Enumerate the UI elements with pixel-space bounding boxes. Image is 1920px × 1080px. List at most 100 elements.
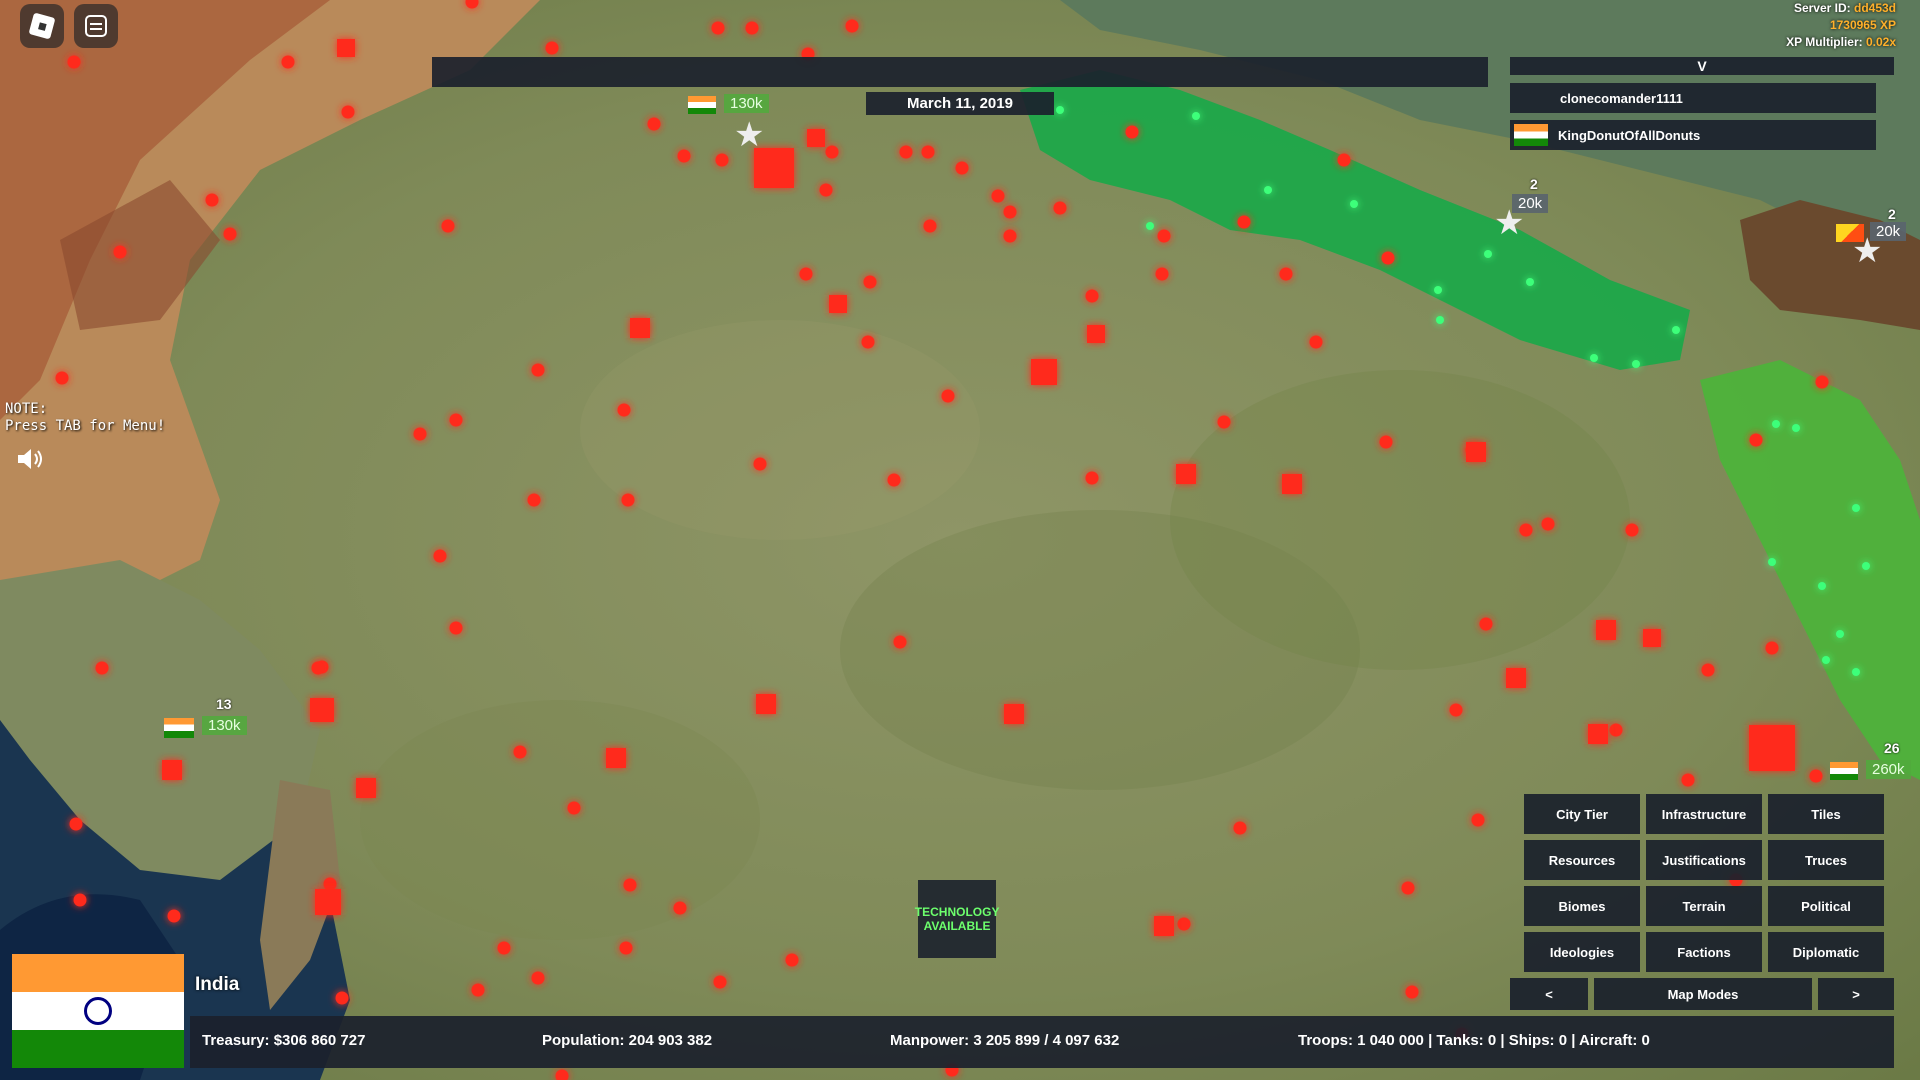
city-dot[interactable] [1479,617,1493,631]
city-square[interactable] [162,760,182,780]
city-dot[interactable] [323,877,337,891]
city-square[interactable] [630,318,650,338]
foreign-city-dot[interactable] [1484,250,1492,258]
city-dot[interactable] [785,953,799,967]
city-dot[interactable] [413,427,427,441]
city-dot[interactable] [1401,881,1415,895]
city-dot[interactable] [955,161,969,175]
city-dot[interactable] [819,183,833,197]
city-dot[interactable] [1053,201,1067,215]
city-dot[interactable] [1237,215,1251,229]
foreign-city-dot[interactable] [1350,200,1358,208]
city-dot[interactable] [799,267,813,281]
city-dot[interactable] [1815,375,1829,389]
foreign-city-dot[interactable] [1792,424,1800,432]
city-dot[interactable] [1309,335,1323,349]
foreign-city-dot[interactable] [1434,286,1442,294]
city-dot[interactable] [1279,267,1293,281]
technology-available-button[interactable]: TECHNOLOGY AVAILABLE [915,880,999,958]
city-dot[interactable] [1381,251,1395,265]
city-dot[interactable] [449,413,463,427]
city-dot[interactable] [471,983,485,997]
foreign-city-dot[interactable] [1768,558,1776,566]
city-dot[interactable] [341,105,355,119]
map-mode-truces-button[interactable]: Truces [1768,840,1884,880]
map-mode-next-button[interactable]: > [1818,978,1894,1010]
city-dot[interactable] [1625,523,1639,537]
city-dot[interactable] [715,153,729,167]
player-list-toggle[interactable]: V [1510,57,1894,75]
city-dot[interactable] [69,817,83,831]
city-square[interactable] [1588,724,1608,744]
city-dot[interactable] [527,493,541,507]
player-row[interactable]: clonecomander1111 [1510,83,1876,113]
city-dot[interactable] [1471,813,1485,827]
map-mode-political-button[interactable]: Political [1768,886,1884,926]
roblox-menu-button[interactable] [20,4,64,48]
city-dot[interactable] [1233,821,1247,835]
city-dot[interactable] [753,457,767,471]
foreign-city-dot[interactable] [1672,326,1680,334]
city-dot[interactable] [1125,125,1139,139]
city-dot[interactable] [745,21,759,35]
city-dot[interactable] [1701,663,1715,677]
city-dot[interactable] [1003,229,1017,243]
city-dot[interactable] [167,909,181,923]
city-dot[interactable] [677,149,691,163]
map-mode-infrastructure-button[interactable]: Infrastructure [1646,794,1762,834]
city-dot[interactable] [567,801,581,815]
city-dot[interactable] [617,403,631,417]
city-square[interactable] [1643,629,1661,647]
foreign-city-dot[interactable] [1526,278,1534,286]
city-dot[interactable] [711,21,725,35]
city-dot[interactable] [113,245,127,259]
city-dot[interactable] [55,371,69,385]
city-dot[interactable] [281,55,295,69]
city-square[interactable] [606,748,626,768]
foreign-city-dot[interactable] [1836,630,1844,638]
city-square[interactable] [1176,464,1196,484]
city-dot[interactable] [825,145,839,159]
city-square[interactable] [1087,325,1105,343]
city-dot[interactable] [1681,773,1695,787]
city-dot[interactable] [941,389,955,403]
city-dot[interactable] [1337,153,1351,167]
city-dot[interactable] [311,661,325,675]
city-dot[interactable] [513,745,527,759]
city-dot[interactable] [1519,523,1533,537]
city-dot[interactable] [619,941,633,955]
city-dot[interactable] [673,901,687,915]
foreign-city-dot[interactable] [1862,562,1870,570]
city-dot[interactable] [335,991,349,1005]
foreign-city-dot[interactable] [1056,106,1064,114]
city-square[interactable] [1004,704,1024,724]
city-dot[interactable] [1609,723,1623,737]
map-mode-resources-button[interactable]: Resources [1524,840,1640,880]
city-dot[interactable] [1809,769,1823,783]
city-dot[interactable] [223,227,237,241]
map-mode-ideologies-button[interactable]: Ideologies [1524,932,1640,972]
city-square[interactable] [1466,442,1486,462]
city-dot[interactable] [433,549,447,563]
city-dot[interactable] [861,335,875,349]
country-flag[interactable] [12,954,184,1068]
city-square[interactable] [1031,359,1057,385]
city-dot[interactable] [497,941,511,955]
map-mode-city-tier-button[interactable]: City Tier [1524,794,1640,834]
city-dot[interactable] [1749,433,1763,447]
city-dot[interactable] [205,193,219,207]
city-square[interactable] [756,694,776,714]
map-mode-prev-button[interactable]: < [1510,978,1588,1010]
city-dot[interactable] [845,19,859,33]
speaker-icon[interactable] [16,446,46,472]
city-square[interactable] [337,39,355,57]
foreign-city-dot[interactable] [1264,186,1272,194]
city-dot[interactable] [1541,517,1555,531]
city-square[interactable] [807,129,825,147]
city-dot[interactable] [449,621,463,635]
chat-button[interactable] [74,4,118,48]
foreign-city-dot[interactable] [1772,420,1780,428]
city-square[interactable] [1282,474,1302,494]
city-dot[interactable] [887,473,901,487]
player-row[interactable]: KingDonutOfAllDonuts [1510,120,1876,150]
